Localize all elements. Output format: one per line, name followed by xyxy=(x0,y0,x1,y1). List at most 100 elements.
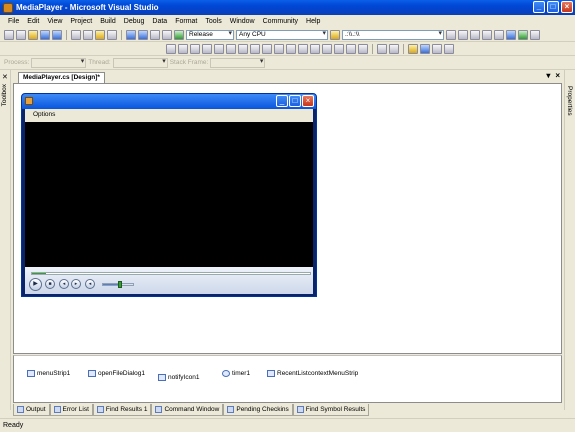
play-button[interactable]: ▶ xyxy=(29,278,42,291)
horizontal-spacing-icon[interactable] xyxy=(286,43,296,54)
options-menu[interactable]: Options xyxy=(33,111,55,118)
solution-explorer-icon[interactable] xyxy=(458,29,468,40)
decrease-spacing-icon[interactable] xyxy=(310,43,320,54)
align-rights-icon[interactable] xyxy=(190,43,200,54)
align-lefts-icon[interactable] xyxy=(166,43,176,54)
previous-button[interactable]: ◂ xyxy=(59,279,69,289)
volume-knob[interactable] xyxy=(117,281,122,288)
tab-output[interactable]: Output xyxy=(13,404,50,416)
video-display[interactable] xyxy=(25,122,313,267)
toolbox-pin-icon[interactable]: ✕ xyxy=(2,73,8,81)
add-item-icon[interactable] xyxy=(16,29,26,40)
tray-item-recentlistcontextmenustrip[interactable]: RecentListcontextMenuStrip xyxy=(267,370,358,377)
seek-bar[interactable] xyxy=(31,272,311,275)
menu-tools[interactable]: Tools xyxy=(201,18,225,25)
make-same-size-icon[interactable] xyxy=(262,43,272,54)
cut-icon[interactable] xyxy=(71,29,81,40)
navigate-forward-icon[interactable] xyxy=(162,29,172,40)
lock-controls-icon[interactable] xyxy=(408,43,418,54)
tab-find-results-1[interactable]: Find Results 1 xyxy=(92,404,152,416)
align-centers-icon[interactable] xyxy=(178,43,188,54)
solution-configuration-select[interactable]: Release xyxy=(186,29,234,40)
toolbox-strip[interactable]: ✕ Toolbox xyxy=(0,70,11,410)
open-file-icon[interactable] xyxy=(28,29,38,40)
title-bar: MediaPlayer - Microsoft Visual Studio _ … xyxy=(0,0,575,15)
close-document-icon[interactable]: × xyxy=(555,71,560,80)
form-preview[interactable]: _ □ × Options ▶ ■ ◂ ▸ ◂ xyxy=(21,93,317,297)
align-tops-icon[interactable] xyxy=(202,43,212,54)
vertical-spacing-icon[interactable] xyxy=(334,43,344,54)
tray-item-openfiledialog[interactable]: openFileDialog1 xyxy=(88,370,145,377)
center-vertically-icon[interactable] xyxy=(358,43,368,54)
paste-icon[interactable] xyxy=(95,29,105,40)
find-icon[interactable] xyxy=(330,29,340,40)
start-debugging-icon[interactable] xyxy=(174,29,184,40)
menu-project[interactable]: Project xyxy=(66,18,96,25)
remove-spacing-icon[interactable] xyxy=(322,43,332,54)
copy-icon[interactable] xyxy=(83,29,93,40)
menu-file[interactable]: File xyxy=(4,18,23,25)
new-project-icon[interactable] xyxy=(4,29,14,40)
tab-pending-checkins[interactable]: Pending Checkins xyxy=(223,404,293,416)
menu-help[interactable]: Help xyxy=(302,18,324,25)
menu-data[interactable]: Data xyxy=(148,18,171,25)
delete-icon[interactable] xyxy=(107,29,117,40)
start-page-icon[interactable] xyxy=(506,29,516,40)
find-combo[interactable]: .:\\.:\\ xyxy=(342,29,444,40)
tab-find-symbol-results[interactable]: Find Symbol Results xyxy=(292,404,370,416)
undo-icon[interactable] xyxy=(126,29,136,40)
document-menu-icon[interactable]: ▾ xyxy=(546,71,550,80)
properties-strip[interactable]: Properties xyxy=(564,70,575,410)
solution-platform-select[interactable]: Any CPU xyxy=(236,29,328,40)
format-icon[interactable] xyxy=(432,43,442,54)
align-bottoms-icon[interactable] xyxy=(226,43,236,54)
menu-window[interactable]: Window xyxy=(226,18,259,25)
properties-window-icon[interactable] xyxy=(470,29,480,40)
volume-slider[interactable] xyxy=(102,281,134,288)
minimize-button[interactable]: _ xyxy=(533,1,545,13)
form-minimize-button[interactable]: _ xyxy=(276,95,288,107)
menu-debug[interactable]: Debug xyxy=(120,18,149,25)
navigate-back-icon[interactable] xyxy=(150,29,160,40)
stop-button[interactable]: ■ xyxy=(45,279,55,289)
form-close-button[interactable]: × xyxy=(302,95,314,107)
toolbox-icon[interactable] xyxy=(494,29,504,40)
menu-build[interactable]: Build xyxy=(96,18,120,25)
class-view-icon[interactable] xyxy=(518,29,528,40)
form-maximize-button[interactable]: □ xyxy=(289,95,301,107)
maximize-button[interactable]: □ xyxy=(547,1,559,13)
layout-toolbar-options-icon[interactable] xyxy=(444,43,454,54)
tray-item-label: openFileDialog1 xyxy=(98,370,145,377)
send-to-back-icon[interactable] xyxy=(389,43,399,54)
toolbox-tab[interactable]: Toolbox xyxy=(1,84,8,106)
increase-spacing-icon[interactable] xyxy=(298,43,308,54)
tab-error-list[interactable]: Error List xyxy=(49,404,93,416)
next-button[interactable]: ▸ xyxy=(71,279,81,289)
align-middles-icon[interactable] xyxy=(214,43,224,54)
save-all-icon[interactable] xyxy=(52,29,62,40)
tray-item-notifyicon[interactable]: notifyIcon1 xyxy=(158,374,199,381)
mute-button[interactable]: ◂ xyxy=(85,279,95,289)
make-same-width-icon[interactable] xyxy=(238,43,248,54)
center-horizontally-icon[interactable] xyxy=(346,43,356,54)
document-tab[interactable]: MediaPlayer.cs [Design]* xyxy=(18,72,105,83)
menu-format[interactable]: Format xyxy=(171,18,201,25)
size-to-grid-icon[interactable] xyxy=(274,43,284,54)
object-browser-icon[interactable] xyxy=(482,29,492,40)
menu-view[interactable]: View xyxy=(43,18,66,25)
standard-toolbar: Release Any CPU .:\\.:\\ xyxy=(0,28,575,42)
find-in-files-icon[interactable] xyxy=(446,29,456,40)
redo-icon[interactable] xyxy=(138,29,148,40)
menu-edit[interactable]: Edit xyxy=(23,18,43,25)
tray-item-menustrip[interactable]: menuStrip1 xyxy=(27,370,70,377)
properties-tab[interactable]: Properties xyxy=(566,86,573,116)
tray-item-timer[interactable]: timer1 xyxy=(222,370,250,377)
make-same-height-icon[interactable] xyxy=(250,43,260,54)
menu-community[interactable]: Community xyxy=(259,18,302,25)
tab-order-icon[interactable] xyxy=(420,43,430,54)
save-icon[interactable] xyxy=(40,29,50,40)
bring-to-front-icon[interactable] xyxy=(377,43,387,54)
tab-command-window[interactable]: Command Window xyxy=(151,404,224,416)
close-button[interactable]: × xyxy=(561,1,573,13)
toolbar-options-icon[interactable] xyxy=(530,29,540,40)
